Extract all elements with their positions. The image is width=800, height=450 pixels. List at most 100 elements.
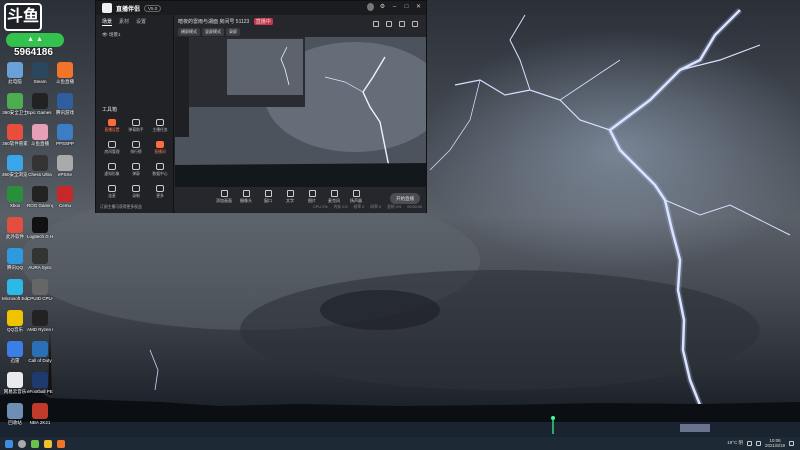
camera-button[interactable]: 摄像头 xyxy=(237,190,255,204)
desktop-shortcut[interactable]: Chess Ultra xyxy=(27,155,53,177)
computer-icon xyxy=(7,62,23,78)
desktop-shortcut[interactable]: ROG Gaming xyxy=(27,186,53,208)
tool-icon xyxy=(132,185,140,192)
start-live-button[interactable]: 开始直播 xyxy=(390,193,420,204)
stream-preview[interactable] xyxy=(175,37,426,187)
douyu-icon xyxy=(57,62,73,78)
stream-title[interactable]: 暗夜的雷雨与湖面 房间号 51123 直播中 xyxy=(178,18,273,25)
text-button[interactable]: 文字 xyxy=(281,190,299,204)
taskbar-douyu-icon[interactable] xyxy=(57,439,65,448)
desktop-shortcut[interactable]: QQ音乐 xyxy=(2,310,28,332)
xbox-icon xyxy=(7,186,23,202)
network-icon[interactable] xyxy=(746,440,752,446)
desktop-shortcut[interactable]: ePSXe xyxy=(52,155,78,177)
desktop-shortcut[interactable]: NBA 2K21 xyxy=(27,403,53,425)
desktop-shortcut[interactable]: 此电脑 xyxy=(2,62,28,84)
version-badge[interactable]: V5.0 xyxy=(144,4,162,12)
tool-icon xyxy=(156,163,164,170)
image-button[interactable]: 图片 xyxy=(303,190,321,204)
desktop-shortcut[interactable]: AMD Ryzen Master xyxy=(27,310,53,332)
window-button[interactable]: 窗口 xyxy=(259,190,277,204)
tool-item[interactable]: 主播任务 xyxy=(148,119,172,133)
logitech-icon xyxy=(32,217,48,233)
copy-icon[interactable] xyxy=(386,21,392,27)
settings-icon[interactable]: ⚙ xyxy=(379,3,386,11)
taskbar-folder-icon[interactable] xyxy=(44,439,52,448)
tool-item[interactable]: 更多 xyxy=(148,185,172,199)
desktop-shortcut[interactable]: 腾讯游戏 xyxy=(52,93,78,115)
share-icon[interactable] xyxy=(412,21,418,27)
desktop-shortcut[interactable]: Logitech G HUB xyxy=(27,217,53,239)
tool-item[interactable]: 数据中心 xyxy=(148,163,172,177)
tab-record[interactable]: 录屏 xyxy=(226,28,240,36)
taskbar-app-icon[interactable] xyxy=(31,439,39,448)
tab-landscape[interactable]: 横屏模式 xyxy=(178,28,200,36)
desktop-shortcut[interactable]: AURA Sync xyxy=(27,248,53,270)
add-scene-button[interactable]: 添加画面 xyxy=(215,190,233,204)
desktop-shortcut[interactable]: 腾讯QQ xyxy=(2,248,28,270)
desktop-shortcut-label: PPSSPP xyxy=(55,141,74,146)
avatar[interactable] xyxy=(367,3,374,11)
minimize-button[interactable]: – xyxy=(391,3,398,11)
speaker-button[interactable]: 扬声器 xyxy=(347,190,365,204)
psp-icon xyxy=(57,124,73,140)
desktop-shortcut[interactable]: CPUID CPU-Z xyxy=(27,279,53,301)
desktop-shortcut[interactable]: Call of Duty xyxy=(27,341,53,363)
desktop-shortcut-label: ROG Gaming xyxy=(27,203,53,208)
maximize-button[interactable]: □ xyxy=(403,3,410,11)
tool-item[interactable]: 排行榜 xyxy=(124,141,148,155)
layout-icon[interactable] xyxy=(373,21,379,27)
tool-item[interactable]: 连麦 xyxy=(100,185,124,199)
desktop-shortcut[interactable]: 迅雷 xyxy=(2,341,28,363)
desktop-shortcut[interactable]: 此外软件 xyxy=(2,217,28,239)
tool-item[interactable]: 虚拟形象 xyxy=(100,163,124,177)
tool-item[interactable]: 房间管理 xyxy=(100,141,124,155)
desktop-shortcut[interactable]: 360安全浏览器 xyxy=(2,155,28,177)
weather-widget[interactable]: 19°C 阴 xyxy=(727,440,743,446)
desktop-shortcut[interactable]: Steam xyxy=(27,62,53,84)
streaming-app-window[interactable]: 直播伴侣 V5.0 ⚙ – □ ✕ 场景 素材 设置 👁 场景1 工具箱 直播设… xyxy=(95,0,427,213)
search-icon[interactable] xyxy=(18,439,26,448)
steam-icon xyxy=(32,62,48,78)
desktop-shortcut[interactable]: Cemu xyxy=(52,186,78,208)
camera-label: 摄像头 xyxy=(240,198,252,203)
desktop-shortcut[interactable]: Microsoft Edge xyxy=(2,279,28,301)
tool-item[interactable]: 直播间 xyxy=(148,141,172,155)
viewer-badge: ▲ ▲ xyxy=(6,33,64,47)
tab-scenes[interactable]: 场景 xyxy=(102,18,113,26)
tool-item[interactable]: 直播设置 xyxy=(100,119,124,133)
desktop-shortcut[interactable]: 斗鱼直播 xyxy=(52,62,78,84)
tab-materials[interactable]: 素材 xyxy=(119,18,129,26)
left-footer[interactable]: 订阅主播可获得更多权益 xyxy=(100,205,142,210)
notification-icon[interactable] xyxy=(789,440,794,446)
tool-item[interactable]: 弹幕 xyxy=(124,163,148,177)
desktop-shortcut[interactable]: 360软件管家 xyxy=(2,124,28,146)
desktop-shortcut[interactable]: 360安全卫士 xyxy=(2,93,28,115)
epic-icon xyxy=(32,93,48,109)
microphone-button[interactable]: 麦克风 xyxy=(325,190,343,204)
clock[interactable]: 10:06 2021/8/19 xyxy=(765,438,785,448)
desktop-shortcut[interactable]: 网易云音乐 xyxy=(2,372,28,394)
live-timer: 00:00:00 xyxy=(407,205,422,209)
tab-portrait[interactable]: 竖屏模式 xyxy=(202,28,224,36)
desktop-shortcut[interactable]: Xbox xyxy=(2,186,28,208)
tool-item[interactable]: 弹幕助手 xyxy=(124,119,148,133)
tool-label: 弹幕助手 xyxy=(128,128,144,132)
gift-icon[interactable] xyxy=(399,21,405,27)
desktop-shortcut[interactable]: 斗鱼直播 xyxy=(27,124,53,146)
fps-status: 帧率 0 xyxy=(353,205,365,209)
desktop-shortcut[interactable]: 回收站 xyxy=(2,403,28,425)
tab-settings[interactable]: 设置 xyxy=(136,18,146,26)
desktop-shortcut[interactable]: PPSSPP xyxy=(52,124,78,146)
start-button[interactable] xyxy=(5,439,13,448)
desktop-shortcut[interactable]: eFootball PES 2021 xyxy=(27,372,53,394)
desktop-shortcut-label: NBA 2K21 xyxy=(29,420,51,425)
image-icon xyxy=(308,190,316,197)
amd-icon xyxy=(32,310,48,326)
close-button[interactable]: ✕ xyxy=(415,3,422,11)
scene-item[interactable]: 👁 场景1 xyxy=(96,29,173,41)
volume-icon[interactable] xyxy=(755,440,761,446)
app-titlebar[interactable]: 直播伴侣 V5.0 ⚙ – □ ✕ xyxy=(96,1,426,15)
tool-item[interactable]: 录制 xyxy=(124,185,148,199)
desktop-shortcut[interactable]: Epic Games Launcher xyxy=(27,93,53,115)
